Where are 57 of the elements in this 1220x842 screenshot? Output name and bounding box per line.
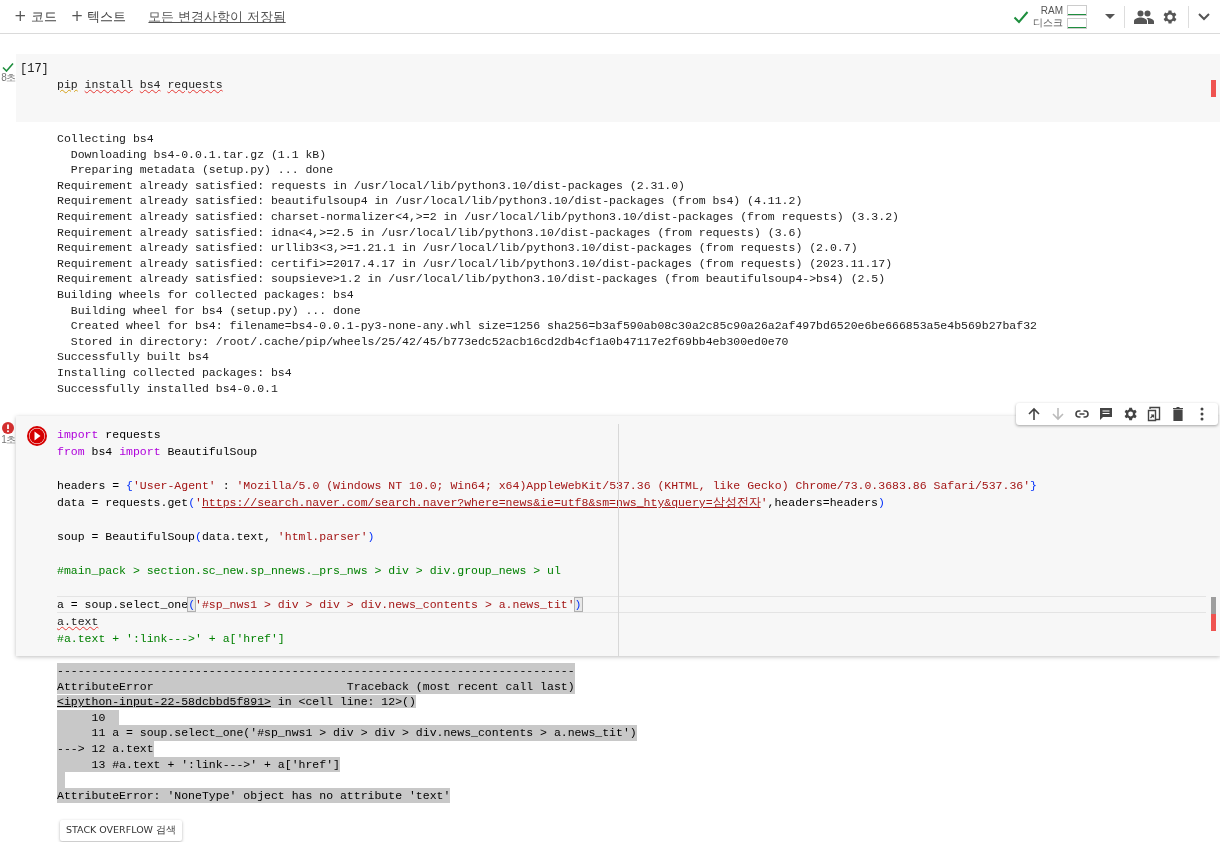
traceback-line: 10: [57, 709, 120, 726]
traceback-line: ---> 12 a.text: [57, 741, 154, 757]
comment-icon[interactable]: [1098, 406, 1114, 423]
output-line: Requirement already satisfied: idna<4,>=2.5 in /usr/local/lib/python3.10/dist-packages (from requests) (3.6): [57, 224, 804, 241]
traceback-line: 13 #a.text + ':link--->' + a['href']: [57, 756, 340, 773]
output-line: Building wheel for bs4 (setup.py) ... done: [69, 302, 362, 319]
code-line: pip install bs4 requests: [57, 77, 224, 93]
settings-icon[interactable]: [1161, 7, 1179, 26]
output-line: Requirement already satisfied: charset-normalizer<4,>=2 in /usr/local/lib/python3.10/dist-packages (from requests) (3.3.2): [57, 208, 900, 225]
execution-time: 8초: [1, 72, 15, 84]
add-code-button[interactable]: + 코드: [12, 3, 63, 30]
code-line: from bs4 import BeautifulSoup: [57, 444, 259, 461]
people-icon[interactable]: [1134, 9, 1154, 24]
usage-graph: [1067, 17, 1087, 29]
stack-overflow-search-button[interactable]: STACK OVERFLOW 검색: [60, 820, 183, 842]
add-text-button[interactable]: + 텍스트: [68, 3, 133, 30]
settings-icon[interactable]: [1122, 406, 1138, 423]
arrow-up-icon[interactable]: [1026, 406, 1042, 423]
resource-label: RAM: [1040, 4, 1063, 17]
code-line: #main_pack > section.sc_new.sp_nnews._prs_nws > div > div.group_news > ul: [57, 563, 562, 580]
output-line: Preparing metadata (setup.py) ... done: [69, 162, 335, 178]
output-line: Successfully built bs4: [57, 349, 210, 365]
execution-time: 1초: [1, 434, 15, 447]
caret-icon[interactable]: [1105, 13, 1115, 20]
code-line: import requests: [57, 427, 162, 444]
code-line: data = requests.get('https://search.naver.com/search.naver?where=news&ie=utf8&sm=nws_hty&query=삼성전자',headers=headers): [57, 495, 886, 512]
traceback-text: in <cell line: 12>(): [270, 695, 416, 709]
resource-label: 디스크: [1033, 16, 1063, 29]
code-line: a.text: [57, 614, 100, 631]
trash-icon[interactable]: [1170, 406, 1186, 423]
traceback-link[interactable]: <ipython-input-22-58dcbbd5f891>: [57, 695, 271, 709]
scroll-marker: [1211, 80, 1216, 97]
usage-graph: [1067, 4, 1087, 16]
code-line: a = soup.select_one('#sp_nws1 > div > div > div.news_contents > a.news_tit'): [57, 596, 1206, 614]
output-line: Requirement already satisfied: urllib3<3,>=1.21.1 in /usr/local/lib/python3.10/dist-packages (from requests) (2.0.7): [57, 240, 859, 256]
code-line: #a.text + ':link--->' + a['href']: [57, 631, 286, 648]
execution-count: [17]: [20, 62, 50, 76]
output-line: Downloading bs4-0.0.1.tar.gz (1.1 kB): [69, 146, 328, 163]
output-line: Collecting bs4: [57, 131, 155, 147]
chevron-down-icon[interactable]: [1198, 12, 1210, 21]
run-button[interactable]: [26, 426, 47, 447]
output-line: Building wheels for collected packages: bs4: [57, 286, 355, 303]
output-line: Requirement already satisfied: certifi>=2017.4.17 in /usr/local/lib/python3.10/dist-packages (from requests) (2023.11.17): [57, 255, 894, 272]
code-line: headers = {'User-Agent' : 'Mozilla/5.0 (Windows NT 10.0; Win64; x64)AppleWebKit/537.36 (KHTML, like Gecko) Chrome/73.0.3683.86 Safari/537.36'}: [57, 478, 1038, 495]
traceback-line: 11 a = soup.select_one('#sp_nws1 > div > div > div.news_contents > a.news_tit'): [57, 725, 637, 742]
traceback-line: AttributeError: 'NoneType' object has no attribute 'text': [57, 787, 451, 804]
traceback-line: ---------------------------------------------------------------------------: [57, 663, 575, 679]
output-line: Stored in directory: /root/.cache/pip/wheels/25/42/45/b773edc52acb16cd2db4cf1a0b47117e2f69bb4eb300ed0e70: [69, 333, 790, 350]
output-line: Requirement already satisfied: beautifulsoup4 in /usr/local/lib/python3.10/dist-packages (from bs4) (4.11.2): [57, 193, 804, 209]
save-status-link[interactable]: 모든 변경사항이 저장됨: [148, 7, 286, 26]
code-line: soup = BeautifulSoup(data.text, 'html.parser'): [57, 529, 376, 546]
output-line: Successfully installed bs4-0.0.1: [57, 380, 279, 397]
mirror-cell-icon[interactable]: [1146, 406, 1162, 423]
output-line: Requirement already satisfied: soupsieve>1.2 in /usr/local/lib/python3.10/dist-packages (from beautifulsoup4->bs4) (2.5): [57, 271, 887, 287]
output-line: Installing collected packages: bs4: [57, 364, 293, 381]
output-line: Created wheel for bs4: filename=bs4-0.0.1-py3-none-any.whl size=1256 sha256=b3af590ab08c30a2c85c90a26a2af497bd6520e6be666853a5e4b569b27baf32: [69, 318, 1038, 334]
output-line: Requirement already satisfied: requests in /usr/local/lib/python3.10/dist-packages (2.31.0): [57, 177, 686, 194]
